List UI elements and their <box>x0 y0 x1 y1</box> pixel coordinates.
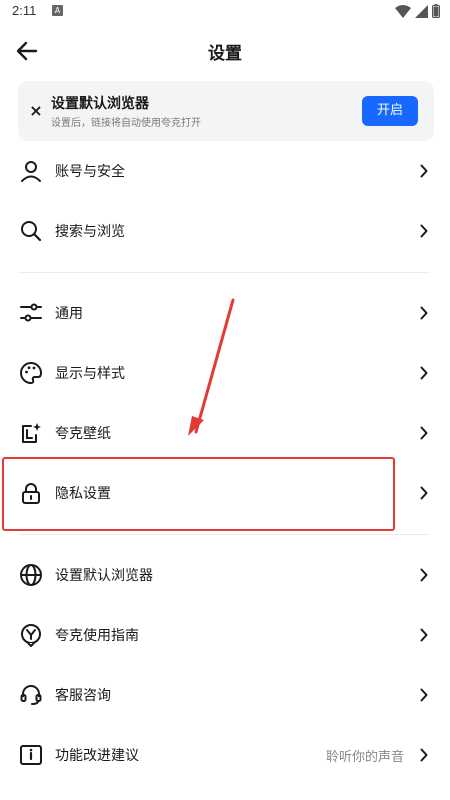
menu-item-guide[interactable]: 夸克使用指南 <box>0 605 450 665</box>
chevron-right-icon <box>420 688 428 702</box>
menu-label: 通用 <box>55 306 83 322</box>
default-browser-banner: × 设置默认浏览器 设置后，链接将自动使用夸克打开 开启 <box>18 81 434 141</box>
close-icon[interactable]: × <box>26 99 46 123</box>
chevron-right-icon <box>420 628 428 642</box>
sliders-icon <box>20 303 42 322</box>
banner-subtitle: 设置后，链接将自动使用夸克打开 <box>51 118 201 129</box>
banner-title: 设置默认浏览器 <box>51 96 149 112</box>
menu-label: 显示与样式 <box>55 366 125 382</box>
globe-icon <box>20 564 42 586</box>
status-time: 2:11 <box>12 3 37 18</box>
guide-icon <box>21 624 41 647</box>
menu-label: 客服咨询 <box>55 688 111 704</box>
chevron-right-icon <box>420 224 428 238</box>
headset-icon <box>20 685 42 705</box>
page-title: 设置 <box>208 44 242 64</box>
notification-badge-icon: A <box>52 5 63 16</box>
page-header: 设置 <box>0 30 450 72</box>
menu-item-support[interactable]: 客服咨询 <box>0 665 450 725</box>
status-icons <box>395 3 440 19</box>
menu-item-search[interactable]: 搜索与浏览 <box>0 201 450 261</box>
menu-item-general[interactable]: 通用 <box>0 283 450 343</box>
menu-label: 夸克使用指南 <box>55 628 139 644</box>
feedback-hint: 聆听你的声音 <box>325 750 404 765</box>
chevron-right-icon <box>420 426 428 440</box>
wifi-icon <box>395 4 411 18</box>
user-icon <box>21 161 41 182</box>
signal-icon <box>415 4 428 18</box>
enable-button[interactable]: 开启 <box>362 96 418 126</box>
palette-icon <box>20 362 42 384</box>
menu-label: 功能改进建议 <box>55 748 139 764</box>
status-bar: 2:11 A <box>0 0 450 22</box>
menu-item-wallpaper[interactable]: 夸克壁纸 <box>0 403 450 463</box>
menu-label: 搜索与浏览 <box>55 224 125 240</box>
chevron-right-icon <box>420 568 428 582</box>
menu-item-default-browser[interactable]: 设置默认浏览器 <box>0 545 450 605</box>
menu-item-account[interactable]: 账号与安全 <box>0 141 450 201</box>
chevron-right-icon <box>420 164 428 178</box>
chevron-right-icon <box>420 366 428 380</box>
menu-item-display[interactable]: 显示与样式 <box>0 343 450 403</box>
chevron-right-icon <box>420 306 428 320</box>
menu-label: 夸克壁纸 <box>55 426 111 442</box>
chevron-right-icon <box>420 748 428 762</box>
divider <box>18 272 430 273</box>
chevron-right-icon <box>420 486 428 500</box>
highlight-box <box>2 457 395 531</box>
divider <box>18 534 430 535</box>
menu-label: 设置默认浏览器 <box>55 568 153 584</box>
wallpaper-icon <box>22 423 41 443</box>
battery-icon <box>432 4 440 18</box>
feedback-icon <box>20 745 42 765</box>
menu-item-feedback[interactable]: 功能改进建议 聆听你的声音 <box>0 725 450 785</box>
search-icon <box>21 221 42 242</box>
menu-label: 账号与安全 <box>55 164 125 180</box>
